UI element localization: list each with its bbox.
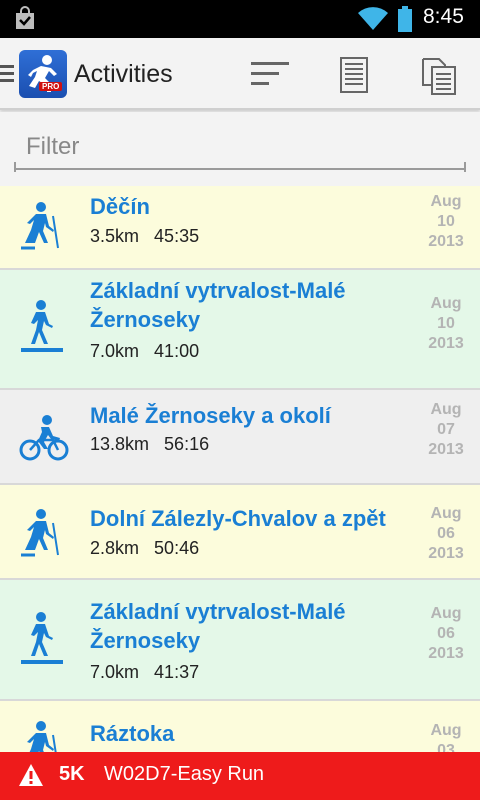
activity-stats: 13.8km 56:16 xyxy=(90,434,209,455)
plan-distance: 5K xyxy=(59,763,85,785)
date-month: Aug xyxy=(430,505,462,522)
walking-icon xyxy=(21,612,63,664)
activity-distance: 7.0km xyxy=(90,662,140,682)
activity-row[interactable]: Základní vytrvalost-Malé Žernoseky 7.0km… xyxy=(0,580,480,701)
filter-input[interactable] xyxy=(14,126,466,170)
walking-icon xyxy=(21,300,63,352)
clock: 8:45 xyxy=(423,5,464,28)
activity-stats: 2.8km 50:46 xyxy=(90,538,199,559)
drawer-menu-icon[interactable] xyxy=(0,63,16,85)
copy-documents-icon[interactable] xyxy=(421,57,457,95)
activity-distance: 3.5km xyxy=(90,226,140,246)
activity-distance: 7.0km xyxy=(90,341,140,361)
date-year: 2013 xyxy=(428,335,464,352)
activity-row[interactable]: Děčín 3.5km 45:35 Aug 10 2013 xyxy=(0,186,480,270)
hiking-icon xyxy=(21,509,59,557)
date-day: 06 xyxy=(437,525,455,542)
date-day: 10 xyxy=(437,315,455,332)
page-title: Activities xyxy=(74,60,173,88)
app-logo[interactable]: PRO xyxy=(19,50,67,98)
cycling-icon xyxy=(19,415,69,461)
date-month: Aug xyxy=(430,605,462,622)
date-year: 2013 xyxy=(428,233,464,250)
activity-date: Aug 07 2013 xyxy=(418,400,474,460)
activity-row[interactable]: Základní vytrvalost-Malé Žernoseky 7.0km… xyxy=(0,270,480,390)
activity-duration: 41:37 xyxy=(154,662,200,682)
activity-name: Základní vytrvalost-Malé Žernoseky xyxy=(90,278,346,332)
activity-duration: 45:35 xyxy=(154,226,200,246)
status-bar: 8:45 xyxy=(0,0,480,38)
sort-icon[interactable] xyxy=(251,57,291,91)
action-bar: PRO Activities xyxy=(0,38,480,110)
activity-stats: 7.0km 41:37 xyxy=(90,662,199,683)
workout-name: W02D7-Easy Run xyxy=(104,763,265,785)
date-year: 2013 xyxy=(428,441,464,458)
activity-stats: 3.5km 45:35 xyxy=(90,226,199,247)
activity-stats: 7.0km 41:00 xyxy=(90,341,199,362)
activity-duration: 41:00 xyxy=(154,341,200,361)
activity-date: Aug 06 2013 xyxy=(418,504,474,564)
activity-date: Aug 10 2013 xyxy=(418,294,474,354)
filter-bar xyxy=(0,112,480,186)
activity-name: Malé Žernoseky a okolí xyxy=(90,403,331,428)
activity-date: Aug 10 2013 xyxy=(418,192,474,252)
date-month: Aug xyxy=(430,722,462,739)
activity-distance: 13.8km xyxy=(90,434,150,454)
activity-date: Aug 06 2013 xyxy=(418,604,474,664)
pro-badge: PRO xyxy=(39,82,63,91)
activity-distance: 2.8km xyxy=(90,538,140,558)
activity-name: Dolní Zálezly-Chvalov a zpět xyxy=(90,506,386,531)
activity-name: Děčín xyxy=(90,194,150,219)
warning-icon xyxy=(19,764,43,786)
activity-duration: 50:46 xyxy=(154,538,200,558)
shopping-bag-notification-icon xyxy=(16,6,34,29)
date-day: 06 xyxy=(437,625,455,642)
hiking-icon xyxy=(21,202,59,250)
date-day: 10 xyxy=(437,213,455,230)
activity-list: Děčín 3.5km 45:35 Aug 10 2013 Základní v… xyxy=(0,186,480,771)
list-document-icon[interactable] xyxy=(340,57,368,93)
date-month: Aug xyxy=(430,193,462,210)
date-day: 07 xyxy=(437,421,455,438)
activity-row[interactable]: Dolní Zálezly-Chvalov a zpět 2.8km 50:46… xyxy=(0,485,480,580)
date-month: Aug xyxy=(430,401,462,418)
training-plan-alert[interactable]: 5K W02D7-Easy Run xyxy=(0,752,480,800)
wifi-icon xyxy=(358,7,388,30)
activity-duration: 56:16 xyxy=(164,434,210,454)
activity-name: Ráztoka xyxy=(90,721,175,746)
activity-row[interactable]: Malé Žernoseky a okolí 13.8km 56:16 Aug … xyxy=(0,390,480,485)
date-month: Aug xyxy=(430,295,462,312)
battery-icon xyxy=(398,6,412,32)
activity-name: Základní vytrvalost-Malé Žernoseky xyxy=(90,599,346,653)
date-year: 2013 xyxy=(428,545,464,562)
date-year: 2013 xyxy=(428,645,464,662)
